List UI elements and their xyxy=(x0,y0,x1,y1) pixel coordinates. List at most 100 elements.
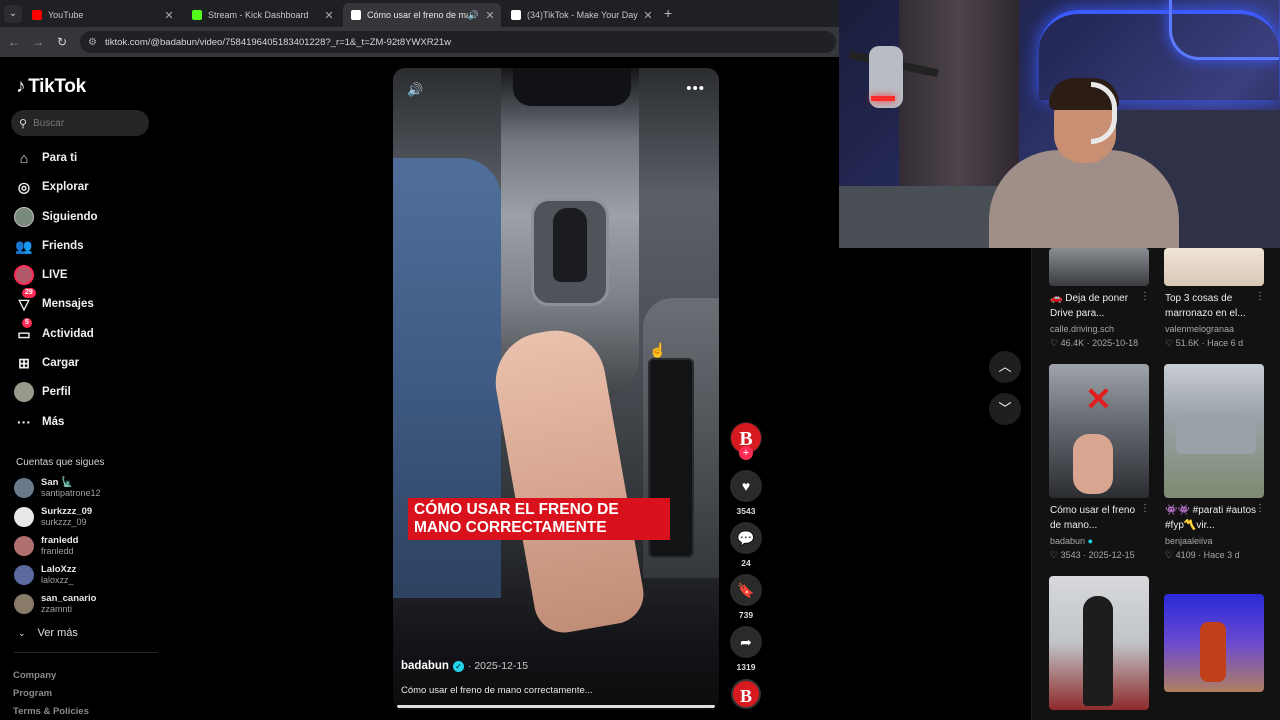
like-button[interactable]: ♥ xyxy=(730,470,762,502)
tab-title: (34)TikTok - Make Your Day xyxy=(527,10,638,20)
video-description[interactable]: Cómo usar el freno de mano correctamente… xyxy=(401,685,593,696)
account-handle: santipatrone12 xyxy=(41,488,101,498)
related-title[interactable]: 🚗 Deja de poner Drive para... xyxy=(1050,291,1148,321)
date: Hace 3 d xyxy=(1203,550,1240,560)
related-author[interactable]: calle.driving.sch xyxy=(1050,324,1114,334)
thumbnail-hand xyxy=(1073,434,1113,494)
nav-cargar[interactable]: ⊞ Cargar xyxy=(14,352,79,374)
volume-icon[interactable]: 🔊 xyxy=(407,82,423,98)
video-thumbnail[interactable] xyxy=(1164,364,1264,498)
previous-video-button[interactable]: ︿ xyxy=(989,351,1021,383)
follow-plus-icon[interactable]: + xyxy=(739,446,753,460)
activity-icon: ▭ 5 xyxy=(17,318,32,342)
sidebar: ♪ TikTok ⚲ Buscar ⌂ Para ti ◎ Explorar S… xyxy=(0,58,160,720)
chevron-down-icon: ⌄ xyxy=(18,627,26,638)
share-button[interactable]: ➦ xyxy=(730,626,762,658)
search-placeholder: Buscar xyxy=(33,117,65,129)
thumbnail-car xyxy=(1176,414,1256,454)
related-title[interactable]: 👾👾 #parati #autos #fyp〽️vir... xyxy=(1165,503,1263,533)
neon-light xyxy=(1169,0,1279,60)
friends-icon: 👥 xyxy=(15,237,33,254)
save-button[interactable]: 🔖 xyxy=(730,574,762,606)
comment-button[interactable]: 💬 xyxy=(730,522,762,554)
related-author[interactable]: valenmelogranaa xyxy=(1165,324,1234,334)
footer-terms-link[interactable]: Terms & Policies xyxy=(13,706,89,717)
tab-kick-dashboard[interactable]: Stream - Kick Dashboard ✕ xyxy=(184,3,340,27)
tab-title: Cómo usar el freno de mano xyxy=(367,10,468,20)
tab-close-icon[interactable]: ✕ xyxy=(641,9,655,22)
video-thumbnail[interactable]: ✕ xyxy=(1049,364,1149,498)
see-more-button[interactable]: ⌄ Ver más xyxy=(18,627,78,639)
nav-actividad[interactable]: ▭ 5 Actividad xyxy=(14,318,94,345)
kick-favicon-icon xyxy=(192,10,202,20)
account-name: Surkzzz_09 xyxy=(41,506,93,517)
following-avatar-icon xyxy=(14,207,34,227)
related-title[interactable]: Cómo usar el freno de mano... xyxy=(1050,503,1148,533)
nav-mensajes[interactable]: ▽ 29 Mensajes xyxy=(14,288,94,315)
following-account[interactable]: San 🗽 santipatrone12 xyxy=(14,475,101,501)
account-name: San 🗽 xyxy=(41,477,73,488)
date: Hace 6 d xyxy=(1207,338,1244,348)
compass-icon: ◎ xyxy=(17,178,31,195)
avatar xyxy=(14,565,34,585)
next-video-button[interactable]: ﹀ xyxy=(989,393,1021,425)
nav-explorar[interactable]: ◎ Explorar xyxy=(14,176,89,198)
site-info-icon[interactable]: ⚙ xyxy=(88,37,97,48)
video-thumbnail[interactable] xyxy=(1049,576,1149,710)
following-account[interactable]: franledd franledd xyxy=(14,533,78,559)
profile-avatar-icon xyxy=(14,382,34,402)
nav-mas[interactable]: ··· Más xyxy=(14,411,64,433)
nav-para-ti[interactable]: ⌂ Para ti xyxy=(14,147,77,169)
following-account[interactable]: LaloXzz laloxzz_ xyxy=(14,562,76,588)
tab-close-icon[interactable]: ✕ xyxy=(162,9,176,22)
video-thumbnail[interactable] xyxy=(1164,594,1264,692)
tab-tiktok-home[interactable]: (34)TikTok - Make Your Day ✕ xyxy=(503,3,659,27)
video-progress-bar[interactable] xyxy=(397,705,715,708)
related-author[interactable]: benjaaleiiva xyxy=(1165,536,1213,546)
tab-tiktok-video[interactable]: Cómo usar el freno de mano 🔊 ✕ xyxy=(343,3,501,27)
new-tab-icon[interactable]: + xyxy=(664,5,672,21)
tiktok-logo[interactable]: ♪ TikTok xyxy=(16,76,86,98)
like-count: 51.6K xyxy=(1175,338,1200,348)
search-input[interactable]: ⚲ Buscar xyxy=(11,110,149,136)
following-account[interactable]: san_canario zzamnti xyxy=(14,591,96,617)
streamer-body xyxy=(989,150,1179,248)
tab-search-menu-icon[interactable]: ⌄ xyxy=(4,5,22,23)
tab-close-icon[interactable]: ✕ xyxy=(322,9,336,22)
following-account[interactable]: Surkzzz_09 surkzzz_09 xyxy=(14,504,92,530)
author-name[interactable]: badabun xyxy=(401,660,449,672)
card-more-icon[interactable]: ⋮ xyxy=(1255,503,1265,514)
tab-title: YouTube xyxy=(48,10,84,20)
tab-close-icon[interactable]: ✕ xyxy=(483,9,497,22)
reload-icon[interactable]: ↻ xyxy=(54,34,70,50)
footer-program-link[interactable]: Program xyxy=(13,688,52,699)
account-handle: franledd xyxy=(41,546,74,556)
nav-live[interactable]: LIVE xyxy=(14,264,68,286)
video-thumbnail[interactable] xyxy=(1164,248,1264,286)
video-thumbnail[interactable] xyxy=(1049,248,1149,286)
related-meta: ♡ 46.4K · 2025-10-18 xyxy=(1050,338,1139,348)
music-disc-icon[interactable]: B xyxy=(731,679,761,709)
related-author[interactable]: badabun xyxy=(1050,536,1085,546)
nav-perfil[interactable]: Perfil xyxy=(14,381,71,403)
video-player[interactable]: 🔊 ••• Cómo usar el freno de mano correct… xyxy=(393,68,719,710)
nav-siguiendo[interactable]: Siguiendo xyxy=(14,206,98,228)
forward-arrow-icon[interactable]: → xyxy=(30,34,46,50)
card-more-icon[interactable]: ⋮ xyxy=(1255,291,1265,302)
url-field[interactable]: ⚙ tiktok.com/@badabun/video/758419640518… xyxy=(80,31,836,53)
related-videos-panel: 🚗 Deja de poner Drive para... ⋮ calle.dr… xyxy=(1031,248,1280,720)
back-arrow-icon[interactable]: ← xyxy=(6,34,22,50)
card-more-icon[interactable]: ⋮ xyxy=(1140,291,1150,302)
footer-company-link[interactable]: Company xyxy=(13,670,56,681)
speaker-icon[interactable]: 🔊 xyxy=(468,10,479,21)
video-frame-shifter xyxy=(553,208,587,282)
more-options-icon[interactable]: ••• xyxy=(686,80,705,97)
more-icon: ··· xyxy=(17,414,31,430)
nav-friends[interactable]: 👥 Friends xyxy=(14,235,83,257)
date: 2025-10-18 xyxy=(1092,338,1139,348)
card-more-icon[interactable]: ⋮ xyxy=(1140,503,1150,514)
screen: ⌄ YouTube ✕ Stream - Kick Dashboard ✕ Có… xyxy=(0,0,1280,720)
related-title[interactable]: Top 3 cosas de marronazo en el... xyxy=(1165,291,1263,321)
tab-youtube[interactable]: YouTube ✕ xyxy=(24,3,180,27)
nav-label: Para ti xyxy=(42,152,78,164)
